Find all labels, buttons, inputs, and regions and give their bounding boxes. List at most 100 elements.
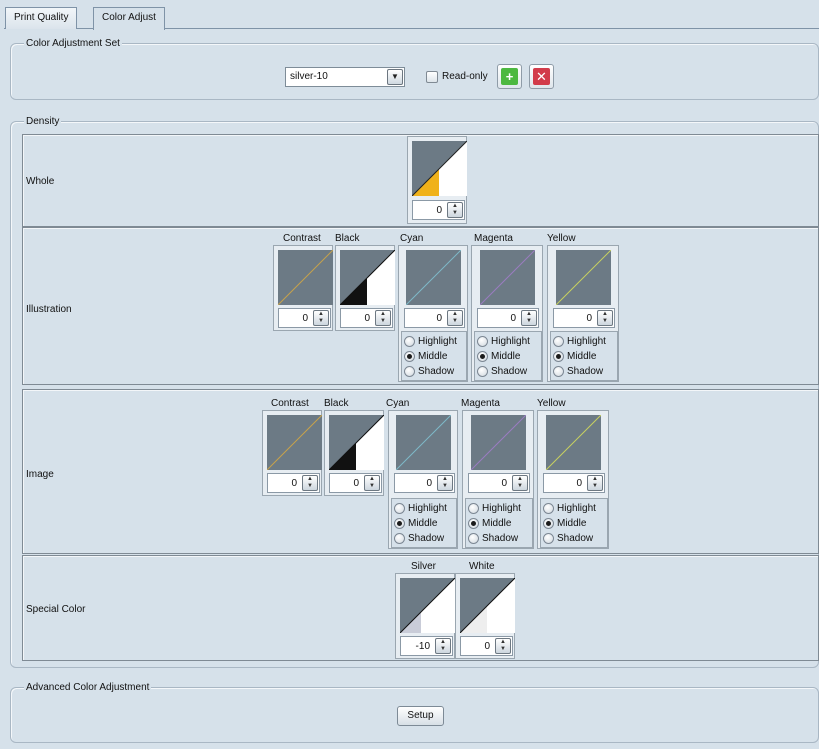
illustration-yellow-spinner[interactable]: 0 ▲ ▼ xyxy=(553,308,615,328)
silver-label: Silver xyxy=(411,561,437,572)
illustration-contrast-curve[interactable] xyxy=(278,250,333,305)
white-panel: 0 ▲ ▼ xyxy=(455,573,515,659)
spinner-arrows-icon[interactable]: ▲ ▼ xyxy=(597,310,613,326)
plus-icon: + xyxy=(501,68,518,85)
illustration-yellow-panel: 0 ▲ ▼ Highlight Middle Shadow xyxy=(547,245,619,382)
image-cyan-spinner[interactable]: 0 ▲ ▼ xyxy=(394,473,455,493)
illustration-yellow-curve[interactable] xyxy=(556,250,611,305)
chevron-down-icon[interactable]: ▼ xyxy=(387,69,403,85)
spinner-arrows-icon[interactable]: ▲ ▼ xyxy=(375,310,391,326)
image-cyan-panel: 0 ▲ ▼ Highlight Middle Shadow xyxy=(388,410,458,549)
illustration-cyan-panel: 0 ▲ ▼ Highlight Middle Shadow xyxy=(398,245,468,382)
spinner-arrows-icon[interactable]: ▲ ▼ xyxy=(302,475,318,491)
illustration-contrast-label: Contrast xyxy=(283,233,321,244)
image-contrast-curve[interactable] xyxy=(267,415,322,470)
image-black-label: Black xyxy=(324,398,349,409)
image-magenta-label: Magenta xyxy=(461,398,500,409)
image-yellow-value: 0 xyxy=(576,478,582,489)
illustration-magenta-panel: 0 ▲ ▼ Highlight Middle Shadow xyxy=(471,245,543,382)
color-adjustment-set-group xyxy=(10,43,819,100)
spinner-arrows-icon[interactable]: ▲ ▼ xyxy=(437,475,453,491)
image-label: Image xyxy=(26,469,54,480)
white-label: White xyxy=(469,561,495,572)
whole-value-spinner[interactable]: 0 ▲ ▼ xyxy=(412,200,465,220)
image-black-curve[interactable] xyxy=(329,415,384,470)
x-icon: ✕ xyxy=(533,68,550,85)
image-cyan-label: Cyan xyxy=(386,398,410,409)
silver-panel: -10 ▲ ▼ xyxy=(395,573,455,659)
image-magenta-spinner[interactable]: 0 ▲ ▼ xyxy=(468,473,530,493)
illustration-contrast-value: 0 xyxy=(302,313,308,324)
image-cyan-range-group: Highlight Middle Shadow xyxy=(391,498,457,548)
spinner-arrows-icon[interactable]: ▲ ▼ xyxy=(435,638,451,654)
white-curve[interactable] xyxy=(460,578,515,633)
illustration-cyan-label: Cyan xyxy=(400,233,424,244)
spinner-arrows-icon[interactable]: ▲ ▼ xyxy=(447,202,463,218)
spinner-arrows-icon[interactable]: ▲ ▼ xyxy=(495,638,511,654)
whole-label: Whole xyxy=(26,176,55,187)
read-only-checkbox[interactable] xyxy=(426,71,438,83)
illustration-cyan-value: 0 xyxy=(436,313,442,324)
image-contrast-value: 0 xyxy=(291,478,297,489)
image-black-value: 0 xyxy=(353,478,359,489)
illustration-magenta-curve[interactable] xyxy=(480,250,535,305)
illustration-yellow-value: 0 xyxy=(586,313,592,324)
image-cyan-value: 0 xyxy=(426,478,432,489)
spinner-arrows-icon[interactable]: ▲ ▼ xyxy=(512,475,528,491)
illustration-contrast-panel: 0 ▲ ▼ xyxy=(273,245,333,331)
illustration-cyan-curve[interactable] xyxy=(406,250,461,305)
illustration-yellow-label: Yellow xyxy=(547,233,576,244)
special-color-label: Special Color xyxy=(26,604,86,615)
illustration-magenta-label: Magenta xyxy=(474,233,513,244)
silver-value: -10 xyxy=(415,641,430,652)
color-set-selected: silver-10 xyxy=(290,71,328,82)
image-magenta-curve[interactable] xyxy=(471,415,526,470)
illustration-black-panel: 0 ▲ ▼ xyxy=(335,245,395,331)
silver-spinner[interactable]: -10 ▲ ▼ xyxy=(400,636,453,656)
tab-color-adjust[interactable]: Color Adjust xyxy=(93,7,165,30)
spinner-arrows-icon[interactable]: ▲ ▼ xyxy=(364,475,380,491)
illustration-magenta-range-group: Highlight Middle Shadow xyxy=(474,331,542,381)
image-yellow-label: Yellow xyxy=(537,398,566,409)
image-yellow-spinner[interactable]: 0 ▲ ▼ xyxy=(543,473,605,493)
whole-curve-panel: 0 ▲ ▼ xyxy=(407,136,467,224)
illustration-black-spinner[interactable]: 0 ▲ ▼ xyxy=(340,308,393,328)
advanced-color-adjustment-title: Advanced Color Adjustment xyxy=(24,682,152,694)
image-cyan-curve[interactable] xyxy=(396,415,451,470)
illustration-black-value: 0 xyxy=(364,313,370,324)
density-title: Density xyxy=(24,116,62,128)
color-set-dropdown[interactable]: silver-10 ▼ xyxy=(285,67,405,87)
setup-button[interactable]: Setup xyxy=(397,706,444,726)
whole-value: 0 xyxy=(436,205,442,216)
image-yellow-panel: 0 ▲ ▼ Highlight Middle Shadow xyxy=(537,410,609,549)
image-magenta-range-group: Highlight Middle Shadow xyxy=(465,498,533,548)
image-magenta-value: 0 xyxy=(501,478,507,489)
image-black-spinner[interactable]: 0 ▲ ▼ xyxy=(329,473,382,493)
image-contrast-spinner[interactable]: 0 ▲ ▼ xyxy=(267,473,320,493)
read-only-label: Read-only xyxy=(442,71,488,82)
image-black-panel: 0 ▲ ▼ xyxy=(324,410,384,496)
spinner-arrows-icon[interactable]: ▲ ▼ xyxy=(521,310,537,326)
illustration-cyan-spinner[interactable]: 0 ▲ ▼ xyxy=(404,308,465,328)
illustration-black-label: Black xyxy=(335,233,360,244)
image-contrast-label: Contrast xyxy=(271,398,309,409)
illustration-cyan-range-group: Highlight Middle Shadow xyxy=(401,331,467,381)
spinner-arrows-icon[interactable]: ▲ ▼ xyxy=(587,475,603,491)
delete-set-button[interactable]: ✕ xyxy=(529,64,554,89)
color-adjustment-set-title: Color Adjustment Set xyxy=(24,38,122,50)
illustration-label: Illustration xyxy=(26,304,72,315)
illustration-contrast-spinner[interactable]: 0 ▲ ▼ xyxy=(278,308,331,328)
spinner-arrows-icon[interactable]: ▲ ▼ xyxy=(313,310,329,326)
illustration-magenta-value: 0 xyxy=(510,313,516,324)
add-set-button[interactable]: + xyxy=(497,64,522,89)
white-spinner[interactable]: 0 ▲ ▼ xyxy=(460,636,513,656)
illustration-black-curve[interactable] xyxy=(340,250,395,305)
image-yellow-curve[interactable] xyxy=(546,415,601,470)
silver-curve[interactable] xyxy=(400,578,455,633)
whole-curve[interactable] xyxy=(412,141,467,196)
tab-print-quality[interactable]: Print Quality xyxy=(5,7,78,29)
illustration-yellow-range-group: Highlight Middle Shadow xyxy=(550,331,618,381)
illustration-magenta-spinner[interactable]: 0 ▲ ▼ xyxy=(477,308,539,328)
spinner-arrows-icon[interactable]: ▲ ▼ xyxy=(447,310,463,326)
image-magenta-panel: 0 ▲ ▼ Highlight Middle Shadow xyxy=(462,410,534,549)
